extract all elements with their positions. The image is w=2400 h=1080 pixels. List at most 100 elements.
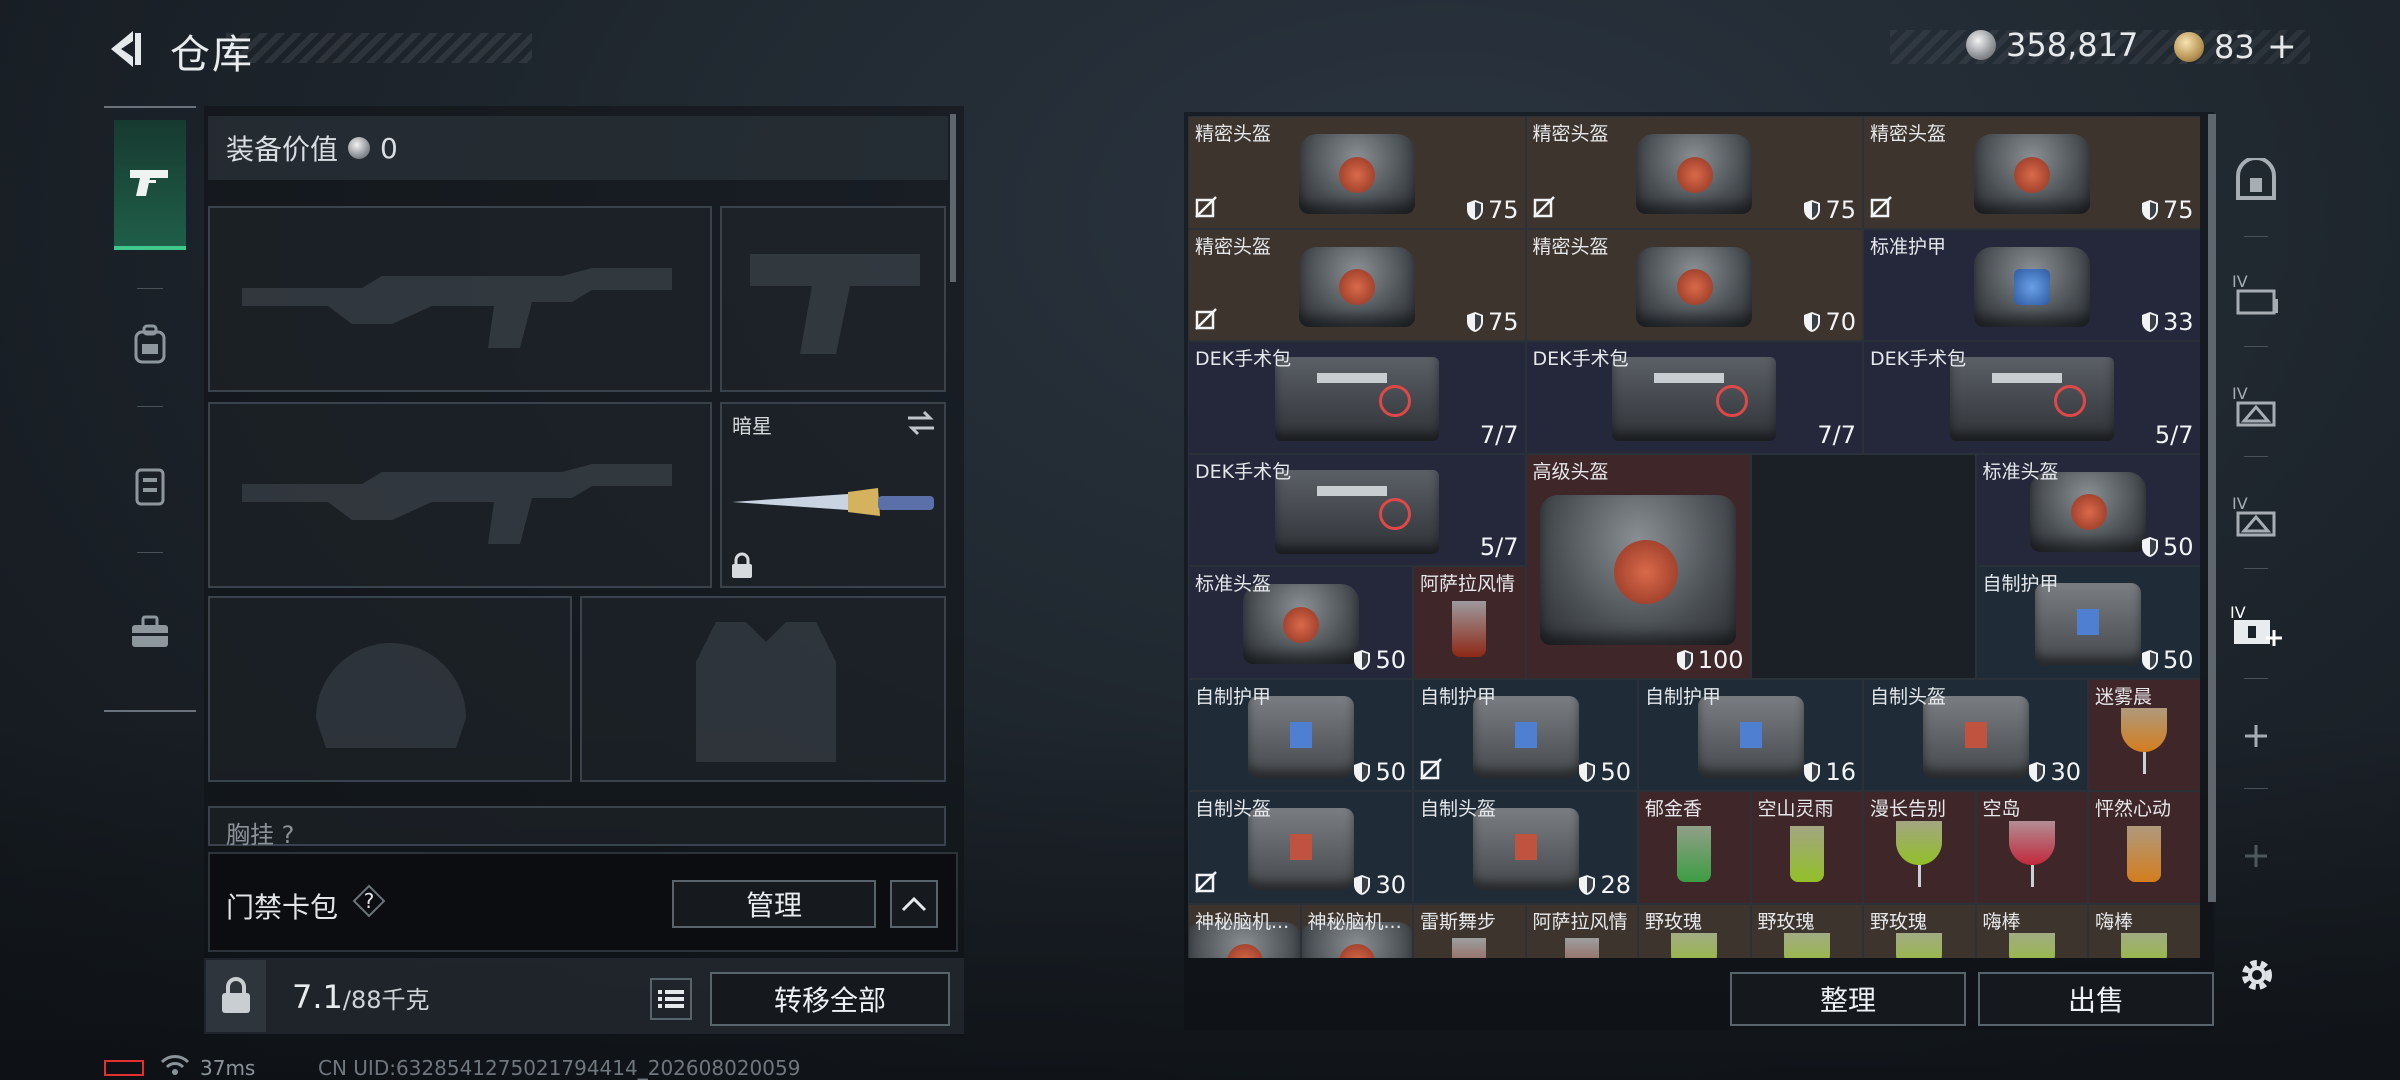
stash-item[interactable]: 自制护甲 50 (1188, 678, 1413, 791)
transfer-all-button[interactable]: 转移全部 (710, 972, 950, 1026)
slot-chest-rig[interactable] (208, 806, 946, 846)
stash-item[interactable]: 自制护甲 50 (1413, 678, 1638, 791)
rail-button-tier-container-2[interactable]: IV (2222, 372, 2290, 440)
capacity-lock[interactable] (206, 960, 266, 1032)
stash-item[interactable]: 自制护甲 50 (1975, 566, 2200, 679)
rail-divider (2244, 346, 2268, 347)
chevron-up-icon (901, 896, 927, 912)
shield-icon (1578, 874, 1596, 896)
stash-item[interactable]: 野玫瑰 (1750, 903, 1863, 958)
stash-scrollbar[interactable] (2208, 114, 2216, 902)
slot-armor[interactable] (580, 596, 946, 782)
stash-item-name: 阿萨拉风情 (1532, 910, 1628, 933)
organize-button[interactable]: 整理 (1730, 972, 1966, 1026)
stash-item[interactable]: 空山灵雨 (1750, 791, 1863, 904)
help-icon[interactable]: ? (282, 821, 295, 849)
help-icon[interactable]: ? (352, 884, 386, 918)
shield-icon (1578, 761, 1596, 783)
settings-button[interactable] (2232, 950, 2282, 1000)
stash-item[interactable]: 郁金香 (1638, 791, 1751, 904)
stash-item[interactable]: 精密头盔 75 (1188, 116, 1526, 229)
stash-item[interactable]: 嗨棒 (2088, 903, 2200, 958)
rail-button-tier-container-3[interactable]: IV (2222, 482, 2290, 550)
stash-item-name: 野玫瑰 (1757, 910, 1815, 933)
stash-item[interactable]: 空岛 (1975, 791, 2088, 904)
sell-button[interactable]: 出售 (1978, 972, 2214, 1026)
stash-item[interactable]: DEK手术包 5/7 (1863, 341, 2200, 454)
title-stripe-decoration (226, 33, 532, 63)
helmet-silhouette-icon (316, 643, 466, 748)
slot-sidearm[interactable] (720, 206, 946, 392)
stash-item[interactable]: 标准头盔 50 (1975, 453, 2200, 566)
stash-item[interactable]: 神秘脑机... (1188, 903, 1301, 958)
stash-item[interactable]: 神秘脑机... (1300, 903, 1413, 958)
stash-item-name: 自制护甲 (1645, 685, 1722, 708)
tab-vest[interactable] (114, 456, 186, 516)
stash-item[interactable]: 自制护甲 16 (1638, 678, 1863, 791)
rail-button-tier-container-add[interactable]: IV (2222, 592, 2290, 660)
stash-item[interactable]: DEK手术包 5/7 (1188, 453, 1526, 566)
lock-icon (732, 552, 752, 578)
slot-secondary-weapon[interactable] (208, 402, 712, 588)
rail-button-safe-box[interactable] (2222, 146, 2290, 214)
list-button[interactable] (650, 978, 692, 1020)
stash-item[interactable]: 怦然心动 (2088, 791, 2200, 904)
collapse-button[interactable] (890, 880, 938, 928)
stash-item[interactable]: 嗨棒 (1975, 903, 2088, 958)
stash-item[interactable]: 标准护甲 33 (1863, 228, 2200, 341)
stash-item[interactable]: DEK手术包 7/7 (1188, 341, 1526, 454)
helmet-bag-icon (1636, 246, 1753, 327)
stash-item[interactable]: 漫长告别 (1863, 791, 1976, 904)
drink-glass-icon (1789, 825, 1824, 882)
backpack-icon (134, 324, 166, 364)
stash-item[interactable]: 阿萨拉风情 (1413, 566, 1526, 679)
rail-button-tier-container-1[interactable]: IV (2222, 260, 2290, 328)
stash-item[interactable]: 标准头盔 50 (1188, 566, 1413, 679)
swap-icon[interactable] (906, 410, 936, 436)
capacity-current: 7.1 (292, 978, 343, 1016)
tab-weapons[interactable] (114, 120, 186, 250)
helmet-bag-icon (2030, 471, 2146, 552)
stash-item[interactable]: 雷斯舞步 (1413, 903, 1526, 958)
stash-item[interactable]: 高级头盔 100 (1525, 453, 1751, 679)
currency-secondary[interactable]: 83 + (2174, 26, 2297, 67)
equipment-scrollbar[interactable] (950, 114, 956, 282)
armor-silhouette-icon (696, 622, 836, 762)
stash-item[interactable]: 阿萨拉风情 (1525, 903, 1638, 958)
equipment-value-header: 装备价值 0 (208, 116, 948, 180)
stash-item[interactable]: 野玫瑰 (1863, 903, 1976, 958)
stash-item[interactable]: 迷雾晨 (2088, 678, 2200, 791)
stash-item[interactable]: 精密头盔 75 (1863, 116, 2200, 229)
stash-item[interactable]: 自制头盔 30 (1188, 791, 1413, 904)
stash-item-name: 自制护甲 (1195, 685, 1272, 708)
rail-divider (2244, 568, 2268, 569)
stash-item-value: 100 (1676, 646, 1744, 674)
slot-helmet[interactable] (208, 596, 572, 782)
stash-item[interactable]: DEK手术包 7/7 (1525, 341, 1863, 454)
stash-item[interactable]: 野玫瑰 (1638, 903, 1751, 958)
stash-item-value-text: 33 (2162, 308, 2194, 336)
first-aid-kit-icon (1612, 357, 1777, 442)
back-button[interactable] (100, 24, 150, 74)
stash-item[interactable]: 精密头盔 75 (1525, 116, 1863, 229)
stash-item[interactable]: 自制头盔 28 (1413, 791, 1638, 904)
helmet-bag-icon (1540, 495, 1736, 646)
battery-icon (104, 1060, 144, 1076)
plus-icon (2245, 845, 2267, 867)
stash-item[interactable]: 精密头盔 75 (1188, 228, 1526, 341)
manage-button[interactable]: 管理 (672, 880, 876, 928)
tab-toolbox[interactable] (114, 602, 186, 662)
shield-icon (1353, 649, 1371, 671)
plus-icon[interactable]: + (2267, 26, 2297, 67)
slot-melee[interactable]: 暗星 (720, 402, 946, 588)
uid-text: CN UID:6328541275021794414_202608020059 (318, 1056, 801, 1080)
slot-primary-weapon[interactable] (208, 206, 712, 392)
rail-button-add[interactable] (2222, 702, 2290, 770)
stash-item[interactable]: 精密头盔 70 (1525, 228, 1863, 341)
stash-item[interactable]: 自制头盔 30 (1863, 678, 2088, 791)
tab-backpack[interactable] (114, 314, 186, 374)
settings-gear-icon (2242, 960, 2272, 990)
armor-bag-icon (1973, 246, 2090, 327)
stash-empty-area[interactable] (1750, 453, 1976, 679)
rail-button-add-disabled[interactable] (2222, 822, 2290, 890)
